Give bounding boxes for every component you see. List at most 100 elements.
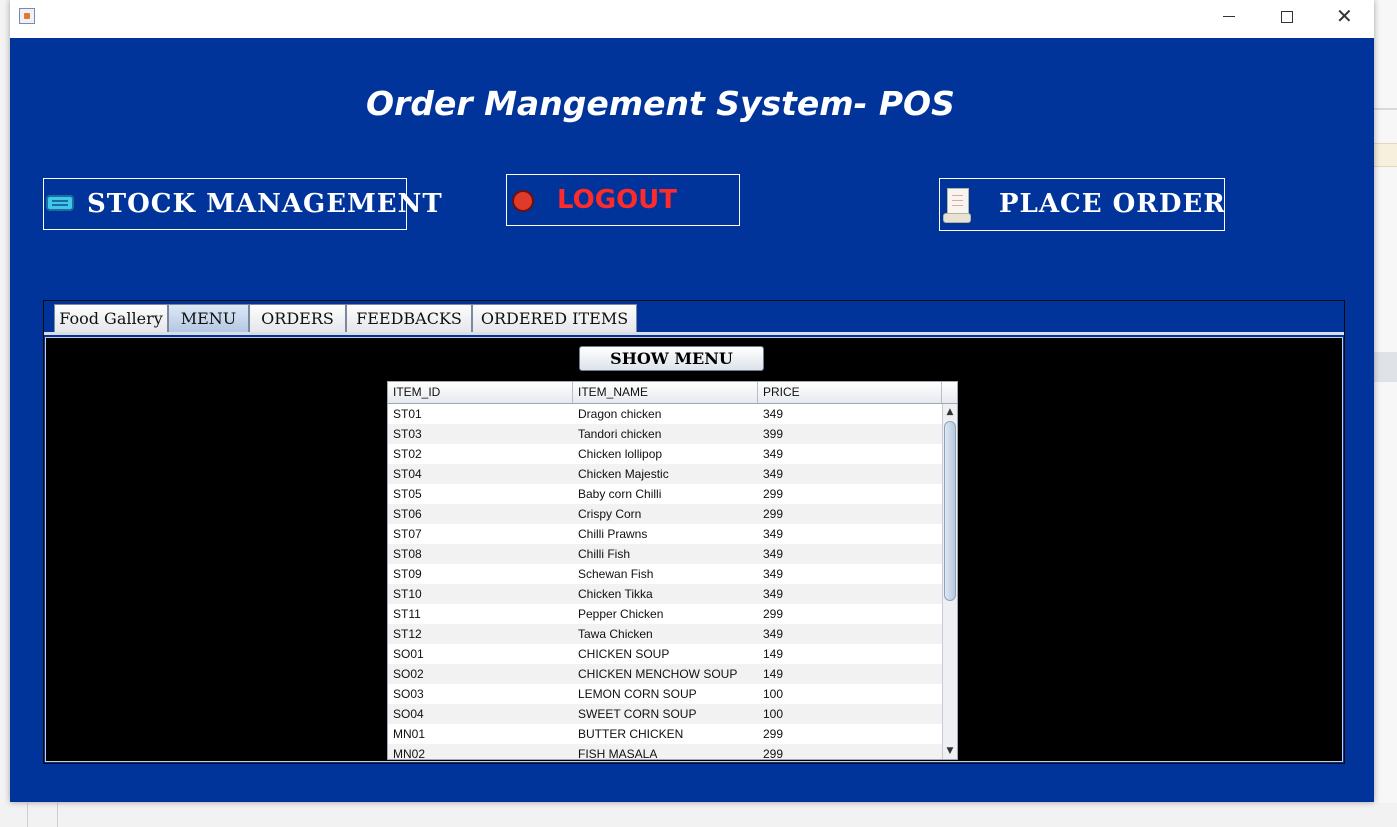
background-ide-right xyxy=(1374,0,1397,827)
table-row[interactable]: ST07 Chilli Prawns 349 xyxy=(388,524,942,544)
cell-item-id: SO03 xyxy=(393,687,424,701)
table-row[interactable]: SO03 LEMON CORN SOUP 100 xyxy=(388,684,942,704)
cell-price: 349 xyxy=(763,567,784,581)
table-header: ITEM_ID ITEM_NAME PRICE xyxy=(388,382,957,404)
cell-item-name: Tawa Chicken xyxy=(578,627,653,641)
column-header-price[interactable]: PRICE xyxy=(758,382,942,403)
cell-price: 349 xyxy=(763,587,784,601)
table-row[interactable]: SO01 CHICKEN SOUP 149 xyxy=(388,644,942,664)
cell-price: 349 xyxy=(763,407,784,421)
minimize-button[interactable] xyxy=(1200,0,1258,34)
tab-menu[interactable]: MENU xyxy=(168,304,249,332)
cell-price: 299 xyxy=(763,607,784,621)
menu-tab-content: SHOW MENU ITEM_ID ITEM_NAME PRICE ST01 Dr… xyxy=(45,337,1343,762)
cell-item-id: ST11 xyxy=(393,607,421,621)
table-row[interactable]: MN01 BUTTER CHICKEN 299 xyxy=(388,724,942,744)
vertical-scrollbar[interactable]: ▲ ▼ xyxy=(942,404,957,759)
logout-label: LOGOUT xyxy=(557,185,678,215)
scroll-up-arrow-icon[interactable]: ▲ xyxy=(943,404,957,420)
tab-ordered-items[interactable]: ORDERED ITEMS xyxy=(472,304,637,332)
cell-price: 100 xyxy=(763,687,784,701)
cell-item-name: LEMON CORN SOUP xyxy=(578,687,697,701)
background-ide-bottom xyxy=(0,803,1397,827)
scroll-thumb[interactable] xyxy=(944,421,956,601)
cell-item-id: ST01 xyxy=(393,407,422,421)
cell-item-id: MN02 xyxy=(393,747,426,760)
ticket-icon xyxy=(46,195,74,211)
cell-price: 299 xyxy=(763,507,784,521)
cell-price: 349 xyxy=(763,467,784,481)
stock-management-label: STOCK MANAGEMENT xyxy=(87,189,443,219)
table-row[interactable]: ST05 Baby corn Chilli 299 xyxy=(388,484,942,504)
cell-price: 149 xyxy=(763,667,784,681)
cell-item-id: ST03 xyxy=(393,427,422,441)
table-row[interactable]: ST09 Schewan Fish 349 xyxy=(388,564,942,584)
tabbed-pane: Food Gallery MENU ORDERS FEEDBACKS ORDER… xyxy=(43,300,1345,764)
table-row[interactable]: ST04 Chicken Majestic 349 xyxy=(388,464,942,484)
cell-item-name: SWEET CORN SOUP xyxy=(578,707,697,721)
cell-price: 100 xyxy=(763,707,784,721)
cell-item-id: ST05 xyxy=(393,487,422,501)
show-menu-button[interactable]: SHOW MENU xyxy=(579,346,764,371)
cell-item-id: MN01 xyxy=(393,727,426,741)
cell-item-name: Chicken lollipop xyxy=(578,447,663,461)
tab-feedbacks[interactable]: FEEDBACKS xyxy=(346,304,472,332)
cell-item-name: CHICKEN MENCHOW SOUP xyxy=(578,667,738,681)
java-cup-icon xyxy=(19,8,35,24)
table-row[interactable]: ST03 Tandori chicken 399 xyxy=(388,424,942,444)
cell-price: 399 xyxy=(763,427,784,441)
maximize-button[interactable] xyxy=(1258,0,1316,34)
cell-item-name: Pepper Chicken xyxy=(578,607,664,621)
table-row[interactable]: ST06 Crispy Corn 299 xyxy=(388,504,942,524)
cell-price: 149 xyxy=(763,647,784,661)
cell-price: 349 xyxy=(763,627,784,641)
cell-item-name: Baby corn Chilli xyxy=(578,487,662,501)
title-bar[interactable]: ✕ xyxy=(10,0,1374,38)
cell-item-id: ST04 xyxy=(393,467,422,481)
table-body: ST01 Dragon chicken 349 ST03 Tandori chicken… xyxy=(388,404,942,760)
column-header-corner xyxy=(942,382,957,403)
cell-item-id: ST10 xyxy=(393,587,422,601)
table-row[interactable]: ST12 Tawa Chicken 349 xyxy=(388,624,942,644)
scroll-down-arrow-icon[interactable]: ▼ xyxy=(943,743,957,759)
cell-item-id: ST12 xyxy=(393,627,422,641)
column-header-item-id[interactable]: ITEM_ID xyxy=(388,382,573,403)
stock-management-button[interactable]: STOCK MANAGEMENT xyxy=(43,178,442,230)
cell-item-name: BUTTER CHICKEN xyxy=(578,727,684,741)
table-row[interactable]: SO02 CHICKEN MENCHOW SOUP 149 xyxy=(388,664,942,684)
place-order-button[interactable]: PLACE ORDER xyxy=(939,178,1225,231)
tab-food-gallery[interactable]: Food Gallery xyxy=(54,304,168,332)
close-icon: ✕ xyxy=(1336,4,1353,28)
column-header-item-name[interactable]: ITEM_NAME xyxy=(573,382,758,403)
logout-button[interactable]: LOGOUT xyxy=(506,174,740,226)
cell-price: 299 xyxy=(763,487,784,501)
receipt-scroll-icon xyxy=(943,188,971,223)
cell-item-name: Tandori chicken xyxy=(578,427,662,441)
cell-item-name: Chicken Majestic xyxy=(578,467,669,481)
cell-item-name: CHICKEN SOUP xyxy=(578,647,670,661)
tab-orders[interactable]: ORDERS xyxy=(249,304,346,332)
cell-item-id: ST08 xyxy=(393,547,422,561)
cell-price: 349 xyxy=(763,547,784,561)
cell-item-id: ST09 xyxy=(393,567,422,581)
page-title: Order Mangement System- POS xyxy=(366,84,955,123)
cell-item-name: Dragon chicken xyxy=(578,407,662,421)
cell-price: 299 xyxy=(763,747,784,760)
table-row[interactable]: ST11 Pepper Chicken 299 xyxy=(388,604,942,624)
cell-item-id: ST02 xyxy=(393,447,422,461)
cell-item-id: ST07 xyxy=(393,527,422,541)
table-row[interactable]: ST10 Chicken Tikka 349 xyxy=(388,584,942,604)
cell-item-name: Chilli Prawns xyxy=(578,527,648,541)
table-row[interactable]: ST08 Chilli Fish 349 xyxy=(388,544,942,564)
cell-price: 349 xyxy=(763,527,784,541)
table-row[interactable]: SO04 SWEET CORN SOUP 100 xyxy=(388,704,942,724)
table-row[interactable]: ST02 Chicken lollipop 349 xyxy=(388,444,942,464)
cell-item-id: SO04 xyxy=(393,707,424,721)
table-row[interactable]: ST01 Dragon chicken 349 xyxy=(388,404,942,424)
close-button[interactable]: ✕ xyxy=(1316,0,1374,34)
table-row[interactable]: MN02 FISH MASALA 299 xyxy=(388,744,942,760)
cell-price: 299 xyxy=(763,727,784,741)
place-order-label: PLACE ORDER xyxy=(999,189,1226,219)
main-content: Order Mangement System- POS STOCK MANAGE… xyxy=(10,38,1374,802)
tab-divider xyxy=(44,332,1344,335)
